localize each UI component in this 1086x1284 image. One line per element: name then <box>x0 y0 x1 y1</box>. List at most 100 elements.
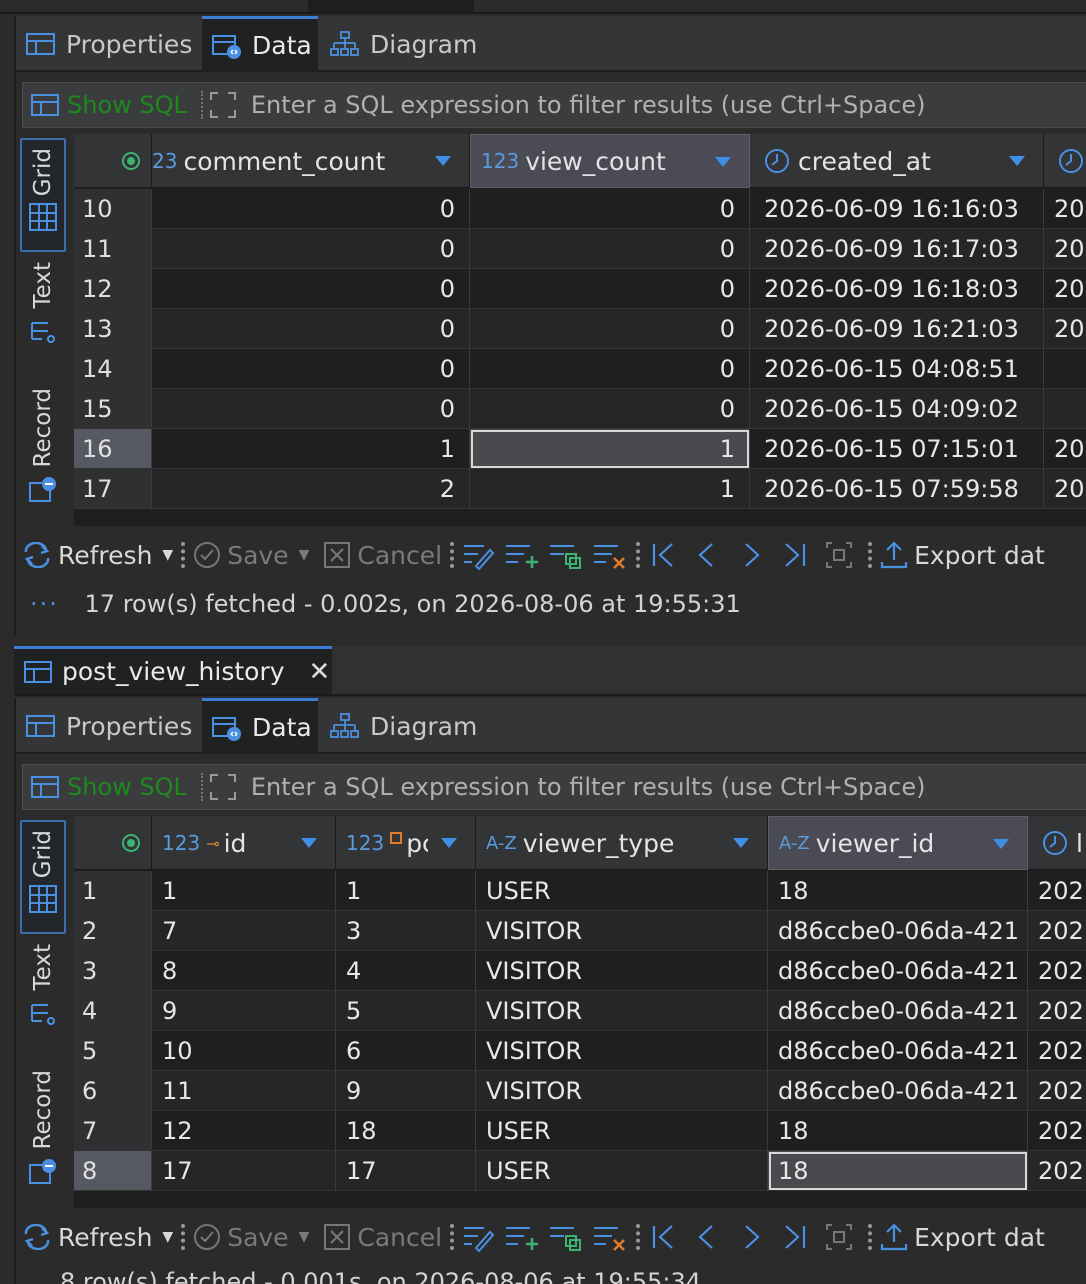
save-dropdown-icon[interactable]: ▼ <box>299 1229 310 1245</box>
cell-viewer-type[interactable]: USER <box>476 871 768 911</box>
column-header-viewer-type[interactable]: A-Z viewer_type <box>476 816 768 870</box>
vtab-grid[interactable]: Grid <box>20 820 66 934</box>
table-row[interactable]: 17 2 1 2026-06-15 07:59:58 20 <box>74 469 1086 509</box>
cell-post-id[interactable]: 18 <box>336 1111 476 1151</box>
cell-next[interactable]: 20 <box>1044 469 1086 509</box>
row-number[interactable]: 4 <box>74 991 152 1031</box>
tab-diagram[interactable]: Diagram <box>320 16 480 72</box>
row-number[interactable]: 6 <box>74 1071 152 1111</box>
table-row[interactable]: 2 7 3 VISITOR d86ccbe0-06da-421 202 <box>74 911 1086 951</box>
cell-viewer-id[interactable]: d86ccbe0-06da-421 <box>768 991 1028 1031</box>
cell-viewer-id[interactable]: d86ccbe0-06da-421 <box>768 1031 1028 1071</box>
cell-post-id[interactable]: 3 <box>336 911 476 951</box>
sort-dropdown-icon[interactable] <box>733 838 749 848</box>
cell-view-count[interactable]: 0 <box>470 189 750 229</box>
cell-next[interactable]: 20 <box>1044 309 1086 349</box>
filter-input[interactable]: Enter a SQL expression to filter results… <box>251 91 926 119</box>
sort-dropdown-icon[interactable] <box>441 838 457 848</box>
row-number[interactable]: 14 <box>74 349 152 389</box>
cell-next[interactable]: 202 <box>1028 1151 1086 1191</box>
add-row-icon[interactable] <box>504 540 540 570</box>
tab-properties[interactable]: Properties <box>16 16 200 72</box>
column-header-comment-count[interactable]: 23 comment_count <box>152 134 470 188</box>
export-data-button[interactable]: Export dat <box>880 540 1045 570</box>
add-row-icon[interactable] <box>504 1222 540 1252</box>
cell-comment-count[interactable]: 1 <box>152 429 470 469</box>
export-data-button[interactable]: Export dat <box>880 1222 1045 1252</box>
prev-page-icon[interactable] <box>692 1222 722 1252</box>
cancel-button[interactable]: Cancel <box>323 541 442 570</box>
column-header-viewer-id[interactable]: A-Z viewer_id <box>768 816 1028 870</box>
cell-created-at[interactable]: 2026-06-15 04:09:02 <box>750 389 1044 429</box>
cell-comment-count[interactable]: 0 <box>152 389 470 429</box>
row-number[interactable]: 5 <box>74 1031 152 1071</box>
cell-view-count[interactable]: 0 <box>470 269 750 309</box>
last-page-icon[interactable] <box>780 1222 810 1252</box>
cell-post-id[interactable]: 5 <box>336 991 476 1031</box>
show-sql-button[interactable]: Show SQL <box>67 91 187 119</box>
cell-id[interactable]: 11 <box>152 1071 336 1111</box>
refresh-dropdown-icon[interactable]: ▼ <box>162 1229 173 1245</box>
sort-dropdown-icon[interactable] <box>993 839 1009 849</box>
cell-id[interactable]: 7 <box>152 911 336 951</box>
cell-viewer-type[interactable]: VISITOR <box>476 1031 768 1071</box>
cell-viewer-id[interactable]: 18 <box>768 1111 1028 1151</box>
cell-post-id[interactable]: 9 <box>336 1071 476 1111</box>
filter-input[interactable]: Enter a SQL expression to filter results… <box>251 773 926 801</box>
cell-viewer-id[interactable]: 18 <box>768 1151 1028 1191</box>
cell-id[interactable]: 8 <box>152 951 336 991</box>
tab-data[interactable]: Data <box>202 16 318 72</box>
copy-row-icon[interactable] <box>548 540 584 570</box>
cell-viewer-type[interactable]: VISITOR <box>476 951 768 991</box>
row-number[interactable]: 10 <box>74 189 152 229</box>
cell-next[interactable] <box>1044 349 1086 389</box>
cell-id[interactable]: 1 <box>152 871 336 911</box>
vtab-text[interactable]: Text <box>20 944 66 1044</box>
cell-created-at[interactable]: 2026-06-15 07:15:01 <box>750 429 1044 469</box>
cell-next[interactable]: 20 <box>1044 229 1086 269</box>
row-number[interactable]: 16 <box>74 429 152 469</box>
tab-data[interactable]: Data <box>202 698 318 754</box>
delete-row-icon[interactable] <box>592 1222 628 1252</box>
cell-next[interactable]: 20 <box>1044 189 1086 229</box>
refresh-dropdown-icon[interactable]: ▼ <box>162 547 173 563</box>
next-page-icon[interactable] <box>736 1222 766 1252</box>
row-number[interactable]: 1 <box>74 871 152 911</box>
cell-viewer-type[interactable]: USER <box>476 1151 768 1191</box>
cell-comment-count[interactable]: 0 <box>152 349 470 389</box>
column-header-next[interactable] <box>1044 134 1086 188</box>
editor-tab-post-view-history[interactable]: post_view_history ✕ <box>14 646 332 694</box>
vtab-record[interactable]: Record <box>20 388 66 514</box>
first-page-icon[interactable] <box>648 540 678 570</box>
cell-view-count[interactable]: 1 <box>470 469 750 509</box>
row-number[interactable]: 2 <box>74 911 152 951</box>
cell-comment-count[interactable]: 0 <box>152 189 470 229</box>
row-number[interactable]: 3 <box>74 951 152 991</box>
save-button[interactable]: Save ▼ <box>193 541 309 570</box>
row-number[interactable]: 12 <box>74 269 152 309</box>
cell-viewer-id[interactable]: d86ccbe0-06da-421 <box>768 1071 1028 1111</box>
cell-comment-count[interactable]: 0 <box>152 309 470 349</box>
cell-post-id[interactable]: 17 <box>336 1151 476 1191</box>
cell-created-at[interactable]: 2026-06-15 07:59:58 <box>750 469 1044 509</box>
table-row[interactable]: 1 1 1 USER 18 202 <box>74 871 1086 911</box>
cell-viewer-type[interactable]: USER <box>476 1111 768 1151</box>
table-row[interactable]: 10 0 0 2026-06-09 16:16:03 20 <box>74 189 1086 229</box>
cell-viewer-type[interactable]: VISITOR <box>476 1071 768 1111</box>
rownum-header[interactable] <box>74 134 152 188</box>
table-row[interactable]: 16 1 1 2026-06-15 07:15:01 20 <box>74 429 1086 469</box>
vtab-grid[interactable]: Grid <box>20 138 66 252</box>
cell-created-at[interactable]: 2026-06-09 16:16:03 <box>750 189 1044 229</box>
cell-next[interactable]: 202 <box>1028 911 1086 951</box>
cell-comment-count[interactable]: 2 <box>152 469 470 509</box>
cell-view-count[interactable]: 1 <box>470 429 750 469</box>
cell-id[interactable]: 12 <box>152 1111 336 1151</box>
sort-dropdown-icon[interactable] <box>715 157 731 167</box>
table-row[interactable]: 4 9 5 VISITOR d86ccbe0-06da-421 202 <box>74 991 1086 1031</box>
table-row[interactable]: 3 8 4 VISITOR d86ccbe0-06da-421 202 <box>74 951 1086 991</box>
cell-created-at[interactable]: 2026-06-09 16:17:03 <box>750 229 1044 269</box>
prev-page-icon[interactable] <box>692 540 722 570</box>
edit-row-icon[interactable] <box>462 540 496 570</box>
table-row[interactable]: 7 12 18 USER 18 202 <box>74 1111 1086 1151</box>
cell-next[interactable]: 20 <box>1044 269 1086 309</box>
